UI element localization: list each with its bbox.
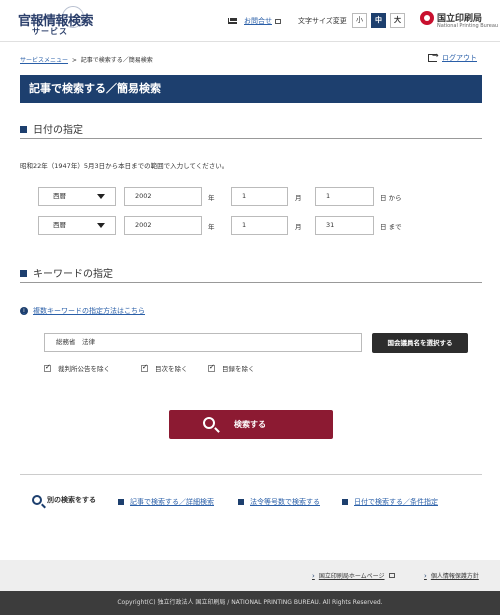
checkbox-checked-icon (44, 363, 51, 372)
copyright: Copyright(C) 独立行政法人 国立印刷局 / NATIONAL PRI… (0, 591, 500, 615)
breadcrumb-current: 記事で検索する／簡易検索 (80, 57, 153, 64)
external-window-icon (388, 573, 395, 578)
exclude-toc-checkbox[interactable]: 目次を除く (141, 363, 188, 373)
dropdown-caret-icon (97, 223, 105, 228)
square-bullet-icon (118, 499, 124, 505)
start-year-input[interactable]: 2002 (124, 187, 202, 206)
keyword-input[interactable]: 総務省 法律 (44, 333, 362, 352)
site-header: 官報情報検索 サービス お問合せ 文字サイズ変更 小 中 大 国立印刷局 Nat… (0, 0, 500, 42)
search-button-label: 検索する (234, 420, 266, 429)
chevron-right-icon: › (424, 571, 427, 580)
bureau-logo[interactable]: 国立印刷局 National Printing Bureau (420, 11, 498, 33)
start-day-unit: 日 から (380, 194, 402, 202)
footer-links-bar: › 国立印刷局ホームページ › 個人情報保護方針 (0, 560, 500, 591)
end-day-unit: 日 まで (380, 223, 402, 231)
section-bullet-icon (20, 270, 27, 277)
exclude-catalog-checkbox[interactable]: 目録を除く (208, 363, 255, 373)
keyword-section-heading: キーワードの指定 (20, 265, 482, 283)
page-title: 記事で検索する／簡易検索 (20, 75, 482, 103)
exclude-court-notice-checkbox[interactable]: 裁判所公告を除く (44, 363, 110, 373)
contact-link[interactable]: お問合せ (228, 16, 281, 26)
other-search-text: 別の検索をする (47, 496, 96, 504)
dropdown-caret-icon (97, 194, 105, 199)
start-year-unit: 年 (208, 194, 215, 202)
section-bullet-icon (20, 126, 27, 133)
font-size-large-button[interactable]: 大 (390, 13, 405, 28)
exclude-court-notice-label: 裁判所公告を除く (58, 365, 110, 373)
date-range-note: 昭和22年（1947年）5月3日から本日までの範囲で入力してください。 (20, 162, 229, 170)
detailed-search-link[interactable]: 記事で検索する／詳細検索 (118, 497, 214, 507)
start-month-unit: 月 (295, 194, 302, 202)
contact-label: お問合せ (244, 17, 272, 25)
detailed-search-label: 記事で検索する／詳細検索 (130, 498, 214, 506)
end-era-value: 西暦 (53, 221, 66, 229)
logout-icon (428, 51, 439, 62)
privacy-policy-label: 個人情報保護方針 (430, 573, 479, 580)
bureau-emblem-icon (420, 11, 434, 25)
font-size-small-button[interactable]: 小 (352, 13, 367, 28)
law-number-search-label: 法令等号数で検索する (250, 498, 320, 506)
site-logo[interactable]: 官報情報検索 サービス (14, 6, 94, 38)
start-era-value: 西暦 (53, 192, 66, 200)
start-era-select[interactable]: 西暦 (38, 187, 116, 206)
font-size-medium-button[interactable]: 中 (371, 13, 386, 28)
search-icon (32, 495, 42, 505)
select-member-button[interactable]: 国会議員名を選択する (372, 333, 468, 353)
date-search-link[interactable]: 日付で検索する／条件指定 (342, 497, 438, 507)
end-day-input[interactable]: 31 (315, 216, 374, 235)
exclude-catalog-label: 目録を除く (222, 365, 255, 373)
date-section-title: 日付の指定 (33, 125, 83, 136)
info-icon: i (20, 307, 28, 315)
checkbox-checked-icon (141, 363, 148, 372)
logo-sub-text: サービス (32, 27, 68, 36)
logout-link[interactable]: ログアウト (428, 51, 477, 63)
search-button[interactable]: 検索する (169, 410, 333, 439)
breadcrumb-service-menu[interactable]: サービスメニュー (20, 57, 68, 64)
end-month-unit: 月 (295, 223, 302, 231)
bureau-homepage-label: 国立印刷局ホームページ (318, 573, 385, 580)
checkbox-checked-icon (208, 363, 215, 372)
exclude-toc-label: 目次を除く (155, 365, 188, 373)
bureau-name-en: National Printing Bureau (437, 23, 499, 29)
end-era-select[interactable]: 西暦 (38, 216, 116, 235)
start-month-input[interactable]: 1 (231, 187, 288, 206)
breadcrumb: サービスメニュー > 記事で検索する／簡易検索 (20, 55, 153, 64)
end-month-input[interactable]: 1 (231, 216, 288, 235)
search-icon (203, 417, 215, 429)
privacy-policy-link[interactable]: › 個人情報保護方針 (424, 571, 479, 581)
external-window-icon (275, 18, 281, 24)
font-size-label: 文字サイズ変更 (298, 17, 347, 25)
breadcrumb-separator: > (71, 57, 77, 64)
date-search-label: 日付で検索する／条件指定 (354, 498, 438, 506)
date-section-heading: 日付の指定 (20, 121, 482, 139)
square-bullet-icon (238, 499, 244, 505)
keyword-howto-label: 複数キーワードの指定方法はこちら (33, 307, 145, 315)
mail-icon (228, 18, 237, 24)
square-bullet-icon (342, 499, 348, 505)
logout-label: ログアウト (442, 54, 477, 62)
end-year-unit: 年 (208, 223, 215, 231)
keyword-howto-link[interactable]: i 複数キーワードの指定方法はこちら (20, 306, 145, 316)
bureau-homepage-link[interactable]: › 国立印刷局ホームページ (312, 571, 395, 580)
end-year-input[interactable]: 2002 (124, 216, 202, 235)
chevron-right-icon: › (312, 571, 315, 580)
start-day-input[interactable]: 1 (315, 187, 374, 206)
keyword-section-title: キーワードの指定 (33, 269, 113, 280)
other-search-label: 別の検索をする (32, 495, 96, 505)
law-number-search-link[interactable]: 法令等号数で検索する (238, 497, 320, 507)
divider (20, 474, 482, 475)
